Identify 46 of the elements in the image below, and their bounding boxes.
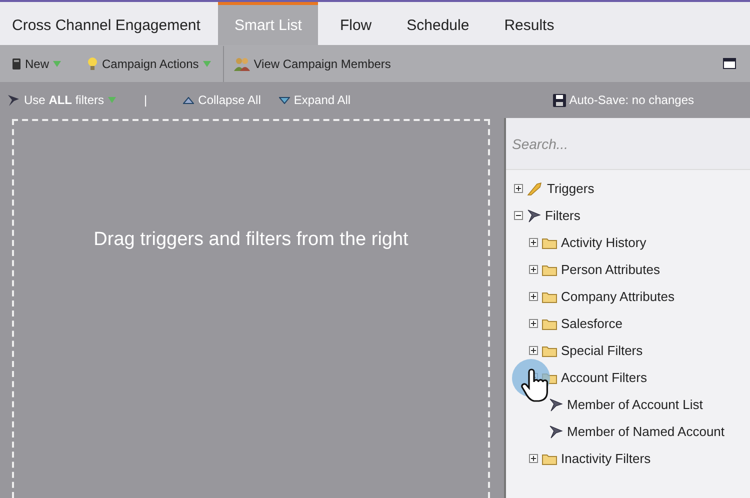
tree-item[interactable]: Special Filters — [561, 343, 643, 358]
drop-hint: Drag triggers and filters from the right — [94, 229, 408, 252]
expand-toggle-icon[interactable] — [529, 454, 538, 463]
collapse-toggle-icon[interactable] — [514, 211, 523, 220]
folder-icon — [542, 236, 557, 248]
folder-icon — [542, 452, 557, 464]
tree-item[interactable]: Person Attributes — [561, 262, 660, 277]
caret-icon — [108, 97, 116, 103]
caret-icon — [53, 60, 62, 66]
toolbar-button[interactable]: New — [8, 54, 66, 72]
window-icon[interactable] — [723, 58, 736, 69]
tab[interactable]: Cross Channel Engagement — [0, 2, 214, 45]
expand-toggle-icon[interactable] — [514, 184, 523, 193]
tree-item[interactable]: Account Filters — [561, 370, 647, 385]
autosave-status: Auto-Save: no changes — [569, 93, 694, 107]
caret-icon — [202, 60, 211, 66]
lightbulb-icon — [87, 56, 98, 70]
tree-item[interactable]: Triggers — [547, 181, 594, 196]
tree-item[interactable]: Inactivity Filters — [561, 451, 651, 466]
search-field[interactable]: Search... — [506, 118, 750, 170]
toolbar-button[interactable]: Campaign Actions — [83, 54, 215, 72]
people-icon — [234, 56, 250, 72]
tree-item[interactable]: Company Attributes — [561, 289, 674, 304]
expand-toggle-icon[interactable] — [529, 292, 538, 301]
expand-toggle-icon[interactable] — [529, 319, 538, 328]
tab[interactable]: Flow — [326, 2, 385, 45]
hand-cursor-icon — [511, 358, 553, 404]
tab[interactable]: Results — [491, 2, 568, 45]
document-icon — [12, 58, 21, 70]
tree-item[interactable]: Activity History — [561, 235, 646, 250]
triangle-up-icon — [183, 96, 194, 104]
folder-icon — [542, 344, 557, 356]
folder-icon — [542, 264, 557, 276]
tree-item[interactable]: Member of Named Account — [567, 424, 725, 439]
toolbar-button[interactable]: View Campaign Members — [230, 54, 395, 74]
folder-icon — [542, 318, 557, 330]
tree-item[interactable]: Filters — [545, 208, 580, 223]
expand-toggle-icon[interactable] — [529, 265, 538, 274]
expand-toggle-icon[interactable] — [529, 238, 538, 247]
triangle-down-icon — [278, 96, 290, 104]
folder-icon — [542, 290, 557, 302]
tab[interactable]: Schedule — [394, 2, 482, 45]
tree-item[interactable]: Salesforce — [561, 316, 622, 331]
tree-item[interactable]: Member of Account List — [567, 397, 703, 412]
expand-toggle-icon[interactable] — [529, 346, 538, 355]
separator: | — [144, 93, 148, 107]
